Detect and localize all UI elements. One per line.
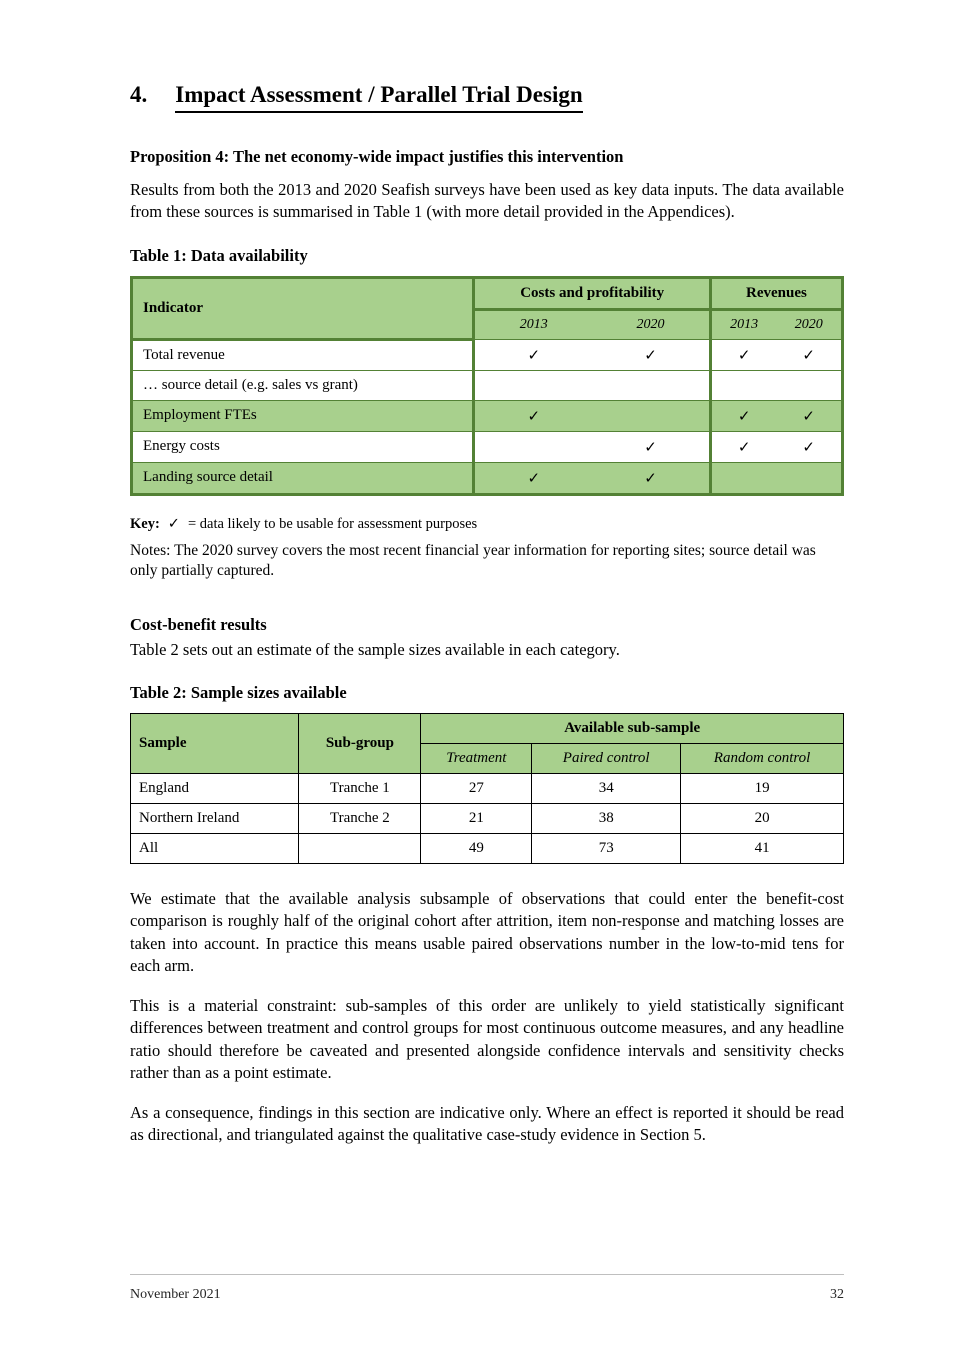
heading-number: 4. [130,82,147,108]
t2-header-subgroup: Sub-group [299,714,421,774]
checkmark-icon: ✓ [592,431,710,462]
checkmark-icon: ✓ [776,400,842,431]
t2-cell: 49 [421,834,532,864]
t2-cell: 21 [421,804,532,834]
t2-header-available: Available sub-sample [421,714,844,744]
checkmark-icon: ✓ [474,400,592,431]
body-paragraph: As a consequence, findings in this secti… [130,1102,844,1147]
table-row: All 49 73 41 [131,834,844,864]
subheading-cost-benefit: Cost-benefit results [130,615,844,635]
section2-intro: Table 2 sets out an estimate of the samp… [130,639,844,661]
t2-cell: 41 [681,834,844,864]
t2-row-sub [299,834,421,864]
checkmark-icon: ✓ [776,431,842,462]
footer-divider [130,1274,844,1275]
t2-cell: 73 [532,834,681,864]
table2-caption: Table 2: Sample sizes available [130,683,844,703]
t1-row-label: Total revenue [132,339,474,370]
key-label: Key: [130,516,160,533]
t1-sub-2020b: 2020 [776,309,842,339]
checkmark-icon: ✓ [474,462,592,494]
table1-key: Key: ✓ = data likely to be usable for as… [130,516,844,533]
t1-header-indicator: Indicator [132,277,474,339]
t1-row-label: Energy costs [132,431,474,462]
t2-sub-random: Random control [681,744,844,774]
t2-cell: 19 [681,774,844,804]
t2-sub-treatment: Treatment [421,744,532,774]
table-row: Northern Ireland Tranche 2 21 38 20 [131,804,844,834]
table-row: Energy costs ✓ ✓ ✓ [132,431,843,462]
table-data-availability: Indicator Costs and profitability Revenu… [130,276,844,496]
table-row: Total revenue ✓ ✓ ✓ ✓ [132,339,843,370]
checkmark-icon: ✓ [592,462,710,494]
t1-sub-2013b: 2013 [710,309,776,339]
checkmark-icon: ✓ [710,400,776,431]
checkmark-icon: ✓ [710,431,776,462]
t2-row-label: Northern Ireland [131,804,299,834]
table-row: Landing source detail ✓ ✓ [132,462,843,494]
checkmark-icon: ✓ [776,339,842,370]
heading-title: Impact Assessment / Parallel Trial Desig… [175,82,582,113]
t2-cell: 34 [532,774,681,804]
checkmark-icon: ✓ [592,339,710,370]
t1-row-label: Landing source detail [132,462,474,494]
t1-header-costs: Costs and profitability [474,277,710,309]
t2-sub-paired: Paired control [532,744,681,774]
table-sample-sizes: Sample Sub-group Available sub-sample Tr… [130,713,844,864]
checkmark-icon: ✓ [168,516,180,532]
t1-header-revenues: Revenues [710,277,842,309]
t2-row-label: All [131,834,299,864]
intro-paragraph: Results from both the 2013 and 2020 Seaf… [130,179,844,224]
t2-header-sample: Sample [131,714,299,774]
t2-row-sub: Tranche 1 [299,774,421,804]
page-number: 32 [830,1287,844,1303]
page-footer: November 2021 32 [130,1287,844,1303]
t2-cell: 27 [421,774,532,804]
t2-cell: 38 [532,804,681,834]
body-paragraph: This is a material constraint: sub-sampl… [130,995,844,1084]
footer-date: November 2021 [130,1287,221,1303]
t2-row-label: England [131,774,299,804]
table-row: England Tranche 1 27 34 19 [131,774,844,804]
table-row: Employment FTEs ✓ ✓ ✓ [132,400,843,431]
key-text: = data likely to be usable for assessmen… [188,516,477,533]
subheading-proposition: Proposition 4: The net economy-wide impa… [130,147,844,167]
t1-row-label: … source detail (e.g. sales vs grant) [132,370,474,400]
body-paragraph: We estimate that the available analysis … [130,888,844,977]
t2-row-sub: Tranche 2 [299,804,421,834]
table1-caption: Table 1: Data availability [130,246,844,266]
section-heading: 4. Impact Assessment / Parallel Trial De… [130,82,844,113]
t1-sub-2020a: 2020 [592,309,710,339]
table1-note: Notes: The 2020 survey covers the most r… [130,541,844,581]
t1-row-label: Employment FTEs [132,400,474,431]
t1-sub-2013a: 2013 [474,309,592,339]
checkmark-icon: ✓ [710,339,776,370]
checkmark-icon: ✓ [474,339,592,370]
t2-cell: 20 [681,804,844,834]
table-row: … source detail (e.g. sales vs grant) [132,370,843,400]
